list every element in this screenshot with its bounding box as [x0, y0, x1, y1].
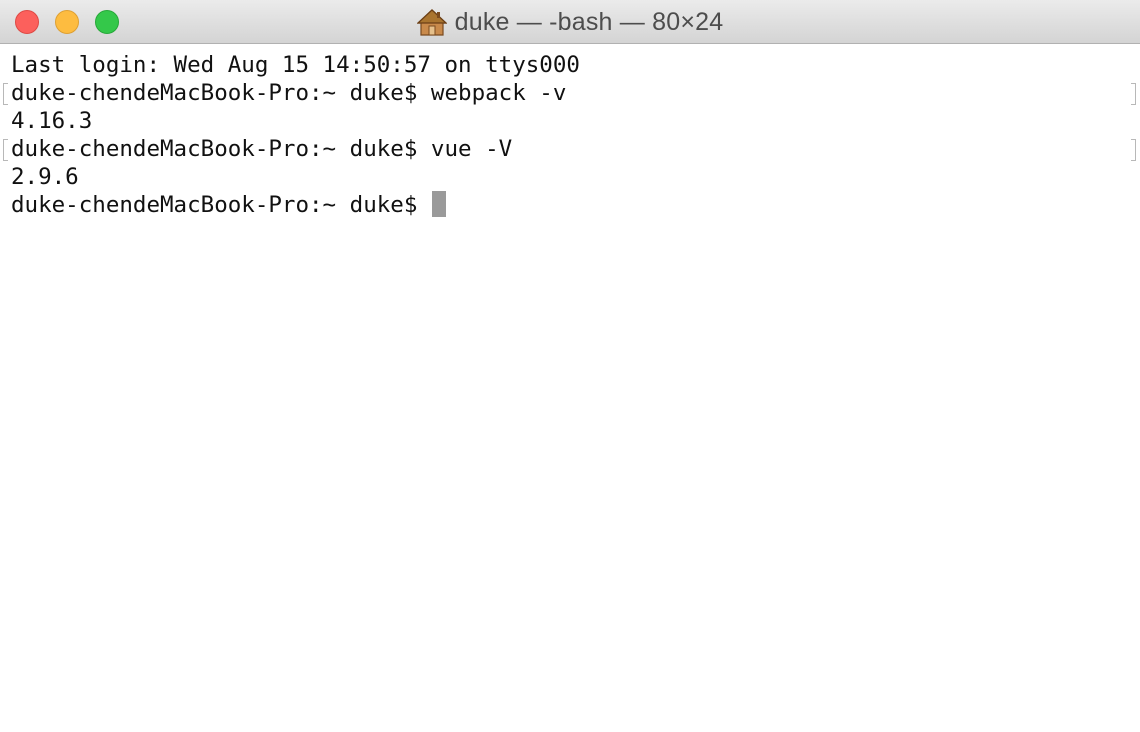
line-mark-right	[1131, 83, 1136, 105]
terminal-line: 4.16.3	[11, 108, 93, 134]
title-bar[interactable]: duke — -bash — 80×24	[0, 0, 1140, 44]
terminal-line: 2.9.6	[11, 164, 79, 190]
line-mark-left	[3, 139, 8, 161]
terminal-line: duke-chendeMacBook-Pro:~ duke$ webpack -…	[11, 80, 567, 106]
home-icon	[416, 8, 448, 36]
text-cursor	[431, 191, 446, 217]
window-title-group: duke — -bash — 80×24	[0, 0, 1140, 44]
terminal-prompt: duke-chendeMacBook-Pro:~ duke$	[11, 192, 431, 218]
terminal-prompt-line: duke-chendeMacBook-Pro:~ duke$	[11, 191, 446, 219]
line-mark-left	[3, 83, 8, 105]
terminal-window: duke — -bash — 80×24 Last login: Wed Aug…	[0, 0, 1140, 732]
terminal-line: Last login: Wed Aug 15 14:50:57 on ttys0…	[11, 52, 580, 78]
window-title: duke — -bash — 80×24	[454, 7, 724, 36]
line-mark-right	[1131, 139, 1136, 161]
terminal-content[interactable]: Last login: Wed Aug 15 14:50:57 on ttys0…	[0, 45, 1140, 732]
terminal-line: duke-chendeMacBook-Pro:~ duke$ vue -V	[11, 136, 513, 162]
